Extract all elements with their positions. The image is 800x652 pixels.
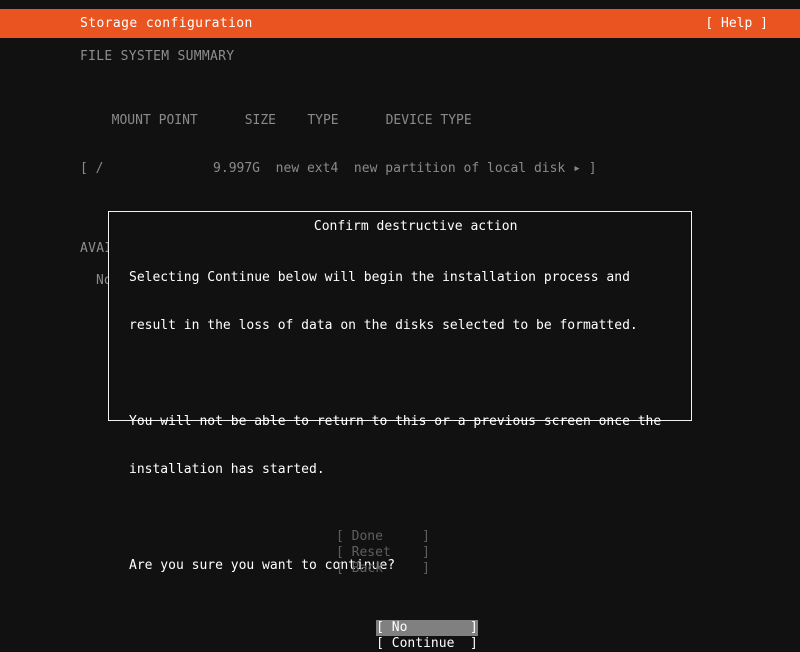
done-button[interactable]: [ Done ] (336, 529, 430, 545)
dialog-title: Confirm destructive action (109, 203, 691, 251)
back-button[interactable]: [ Back ] (336, 561, 430, 577)
dialog-paragraph-1: Selecting Continue below will begin the … (129, 238, 671, 366)
dialog-paragraph-2-line-2: installation has started. (129, 462, 325, 477)
filesystem-summary-table: MOUNT POINT SIZE TYPE DEVICE TYPE [ / 9.… (80, 81, 800, 209)
reset-button[interactable]: [ Reset ] (336, 545, 430, 561)
table-header-row: MOUNT POINT SIZE TYPE DEVICE TYPE (96, 113, 472, 128)
page-title: Storage configuration (80, 15, 253, 31)
dialog-paragraph-1-line-1: Selecting Continue below will begin the … (129, 270, 630, 285)
header-bar: Storage configuration [ Help ] (0, 9, 800, 38)
dialog-title-text: Confirm destructive action (305, 219, 526, 234)
dialog-paragraph-2-line-1: You will not be able to return to this o… (129, 414, 662, 429)
no-button[interactable]: [ No ] (376, 620, 478, 636)
dialog-paragraph-2: You will not be able to return to this o… (129, 382, 671, 510)
dialog-paragraph-1-line-2: result in the loss of data on the disks … (129, 318, 638, 333)
confirm-destructive-action-dialog: Confirm destructive action Selecting Con… (108, 211, 692, 651)
filesystem-summary-heading: FILE SYSTEM SUMMARY (80, 49, 235, 64)
dialog-button-group: [ No ] [ Continue ] (129, 620, 671, 652)
top-spacer (0, 0, 800, 9)
footer-button-group: [ Done ] [ Reset ] [ Back ] (336, 529, 430, 577)
table-row[interactable]: [ / 9.997G new ext4 new partition of loc… (80, 161, 800, 177)
continue-button[interactable]: [ Continue ] (376, 636, 478, 652)
help-button[interactable]: [ Help ] (705, 16, 768, 32)
dialog-body: Selecting Continue below will begin the … (109, 212, 691, 652)
